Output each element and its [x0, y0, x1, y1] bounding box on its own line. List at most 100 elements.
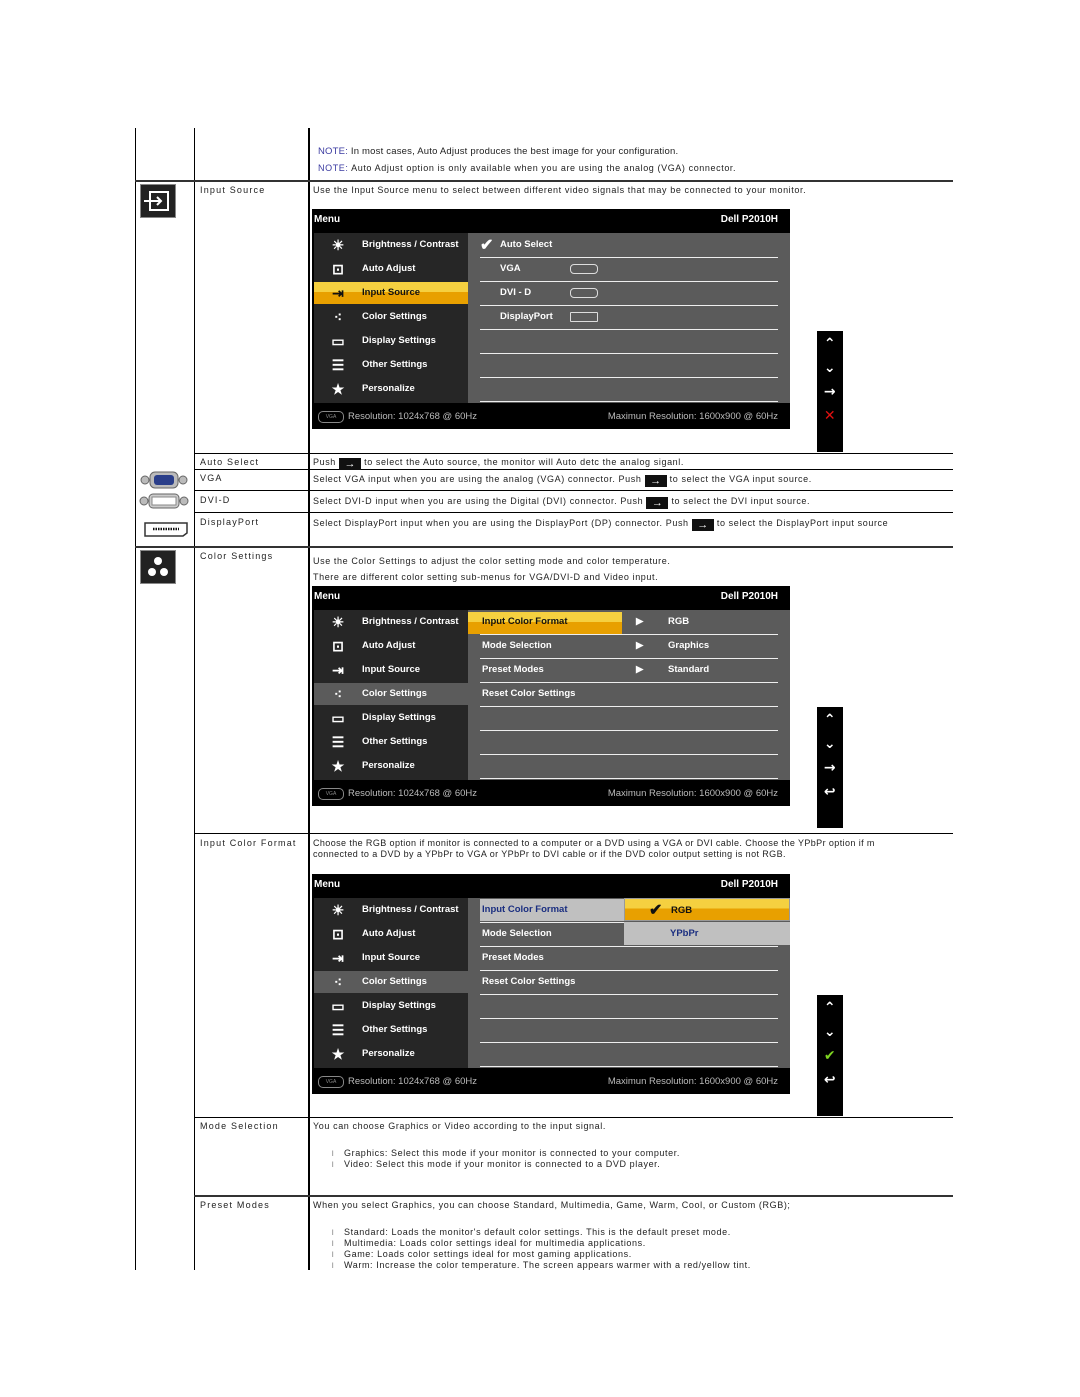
osd-option-empty	[480, 730, 778, 755]
input-color-format-description-2: connected to a DVD by a YPbPr to VGA or …	[313, 849, 786, 859]
osd-menu-item-display-settings[interactable]: ▭ Display Settings	[314, 707, 468, 729]
osd-menu-item-other-settings[interactable]: ☰ Other Settings	[314, 1019, 468, 1041]
osd-current-resolution: Resolution: 1024x768 @ 60Hz	[348, 788, 478, 799]
color-settings-icon: ⁖	[333, 309, 343, 325]
osd-option-mode-selection[interactable]: Mode Selection	[480, 922, 778, 947]
note-label: NOTE:	[318, 163, 349, 173]
note-label: NOTE:	[318, 146, 349, 157]
section-label-color-settings: Color Settings	[200, 551, 274, 561]
row-label-auto-select: Auto Select	[200, 457, 260, 467]
osd-title: Menu	[314, 879, 341, 890]
osd-menu-item-brightness[interactable]: ☀ Brightness / Contrast	[314, 899, 468, 921]
color-settings-icon: ⁖	[333, 974, 343, 990]
row-divider	[135, 546, 953, 548]
right-arrow-icon[interactable]: →	[817, 383, 843, 401]
triangle-right-icon: ▶	[636, 664, 644, 675]
osd-option-input-color-format[interactable]: Input Color Format ▶ RGB	[480, 610, 778, 635]
osd-menu-item-input-source[interactable]: ⇥ Input Source	[314, 947, 468, 969]
other-settings-icon: ☰	[331, 1022, 345, 1038]
auto-adjust-icon: ⊡	[332, 926, 344, 942]
personalize-star-icon: ★	[331, 1046, 345, 1062]
osd-menu-item-auto-adjust[interactable]: ⊡ Auto Adjust	[314, 258, 468, 280]
dvi-connector-icon	[139, 493, 189, 511]
display-settings-icon: ▭	[331, 333, 345, 349]
right-arrow-button-icon: →	[339, 458, 362, 470]
displayport-connector-icon	[564, 312, 598, 323]
section-label-input-source: Input Source	[200, 185, 266, 195]
osd-option-empty	[480, 994, 778, 1019]
osd-title: Menu	[314, 214, 341, 225]
other-settings-icon: ☰	[331, 734, 345, 750]
osd-menu-item-personalize[interactable]: ★ Personalize	[314, 755, 468, 777]
osd-menu-item-input-source[interactable]: ⇥ Input Source	[314, 659, 468, 681]
input-source-icon: ⇥	[332, 950, 344, 966]
color-settings-description-2: There are different color setting sub-me…	[313, 572, 659, 582]
triangle-right-icon: ▶	[636, 640, 644, 651]
osd-menu-item-other-settings[interactable]: ☰ Other Settings	[314, 731, 468, 753]
osd-option-preset-modes[interactable]: Preset Modes	[480, 946, 778, 971]
osd-choice-rgb[interactable]: ✔ RGB	[624, 898, 790, 921]
exit-x-icon[interactable]: ✕	[817, 407, 843, 425]
row-divider	[194, 512, 953, 513]
osd-main-menu: ☀ Brightness / Contrast ⊡ Auto Adjust ⇥ Inp…	[314, 898, 468, 1068]
osd-menu-item-color-settings[interactable]: ⁖ Color Settings	[314, 306, 468, 328]
down-arrow-icon[interactable]: ⌄	[817, 735, 843, 753]
back-icon[interactable]: ↩	[817, 783, 843, 801]
osd-option-reset-color[interactable]: Reset Color Settings	[480, 970, 778, 995]
osd-option-preset-modes[interactable]: Preset Modes ▶ Standard	[480, 658, 778, 683]
row-label-vga: VGA	[200, 473, 223, 483]
osd-option-vga[interactable]: VGA	[480, 257, 778, 282]
osd-model: Dell P2010H	[720, 879, 778, 890]
osd-menu-item-personalize[interactable]: ★ Personalize	[314, 1043, 468, 1065]
osd-menu-item-display-settings[interactable]: ▭ Display Settings	[314, 330, 468, 352]
osd-option-displayport[interactable]: DisplayPort	[480, 305, 778, 330]
right-arrow-button-icon: →	[644, 475, 667, 487]
up-arrow-icon[interactable]: ⌃	[817, 999, 843, 1017]
osd-option-mode-selection[interactable]: Mode Selection ▶ Graphics	[480, 634, 778, 659]
osd-option-dvi[interactable]: DVI - D	[480, 281, 778, 306]
osd-option-input-color-format[interactable]: Input Color Format	[480, 898, 624, 923]
osd-current-resolution: Resolution: 1024x768 @ 60Hz	[348, 411, 478, 422]
up-arrow-icon[interactable]: ⌃	[817, 711, 843, 729]
auto-adjust-icon: ⊡	[332, 638, 344, 654]
osd-max-resolution: Maximun Resolution: 1600x900 @ 60Hz	[607, 1076, 778, 1087]
right-arrow-button-icon: →	[646, 497, 669, 509]
vga-logo-icon: VGA	[318, 1076, 344, 1088]
osd-title: Menu	[314, 591, 341, 602]
right-arrow-icon[interactable]: →	[817, 759, 843, 777]
osd-menu-item-input-source[interactable]: ⇥ Input Source	[314, 282, 468, 304]
osd-main-menu: ☀ Brightness / Contrast ⊡ Auto Adjust ⇥ Inp…	[314, 233, 468, 403]
row-label-preset-modes: Preset Modes	[200, 1200, 270, 1210]
osd-menu-item-color-settings[interactable]: ⁖ Color Settings	[314, 971, 468, 993]
osd-menu-item-brightness[interactable]: ☀ Brightness / Contrast	[314, 611, 468, 633]
osd-footer: VGA Resolution: 1024x768 @ 60Hz Maximun …	[312, 403, 790, 429]
check-icon[interactable]: ✔	[817, 1047, 843, 1065]
osd-menu-item-color-settings[interactable]: ⁖ Color Settings	[314, 683, 468, 705]
vga-connector-icon	[140, 471, 188, 491]
back-icon[interactable]: ↩	[817, 1071, 843, 1089]
row-desc-auto-select: Push → to select the Auto source, the mo…	[313, 457, 684, 470]
input-source-icon: ⇥	[332, 285, 344, 301]
osd-option-reset-color[interactable]: Reset Color Settings	[480, 682, 778, 707]
color-settings-icon	[140, 550, 176, 584]
row-label-input-color-format: Input Color Format	[200, 838, 297, 848]
osd-button-panel: ⌃ ⌄ → ↩	[817, 707, 843, 828]
mode-selection-description: You can choose Graphics or Video accordi…	[313, 1121, 606, 1131]
osd-option-empty	[480, 353, 778, 378]
dvi-connector-icon	[564, 288, 598, 299]
osd-menu-item-brightness[interactable]: ☀ Brightness / Contrast	[314, 234, 468, 256]
osd-menu-input-source: Menu Dell P2010H ☀ Brightness / Contrast …	[312, 209, 790, 429]
osd-menu-item-personalize[interactable]: ★ Personalize	[314, 378, 468, 400]
osd-menu-item-display-settings[interactable]: ▭ Display Settings	[314, 995, 468, 1017]
check-icon: ✔	[480, 237, 494, 254]
osd-menu-item-other-settings[interactable]: ☰ Other Settings	[314, 354, 468, 376]
osd-menu-item-auto-adjust[interactable]: ⊡ Auto Adjust	[314, 923, 468, 945]
osd-option-auto-select[interactable]: ✔ Auto Select	[480, 233, 778, 258]
vga-logo-icon: VGA	[318, 788, 344, 800]
up-arrow-icon[interactable]: ⌃	[817, 335, 843, 353]
check-icon: ✔	[649, 902, 663, 919]
osd-submenu: ✔ Auto Select VGA DVI - D DisplayPort	[468, 233, 790, 403]
osd-menu-item-auto-adjust[interactable]: ⊡ Auto Adjust	[314, 635, 468, 657]
down-arrow-icon[interactable]: ⌄	[817, 359, 843, 377]
down-arrow-icon[interactable]: ⌄	[817, 1023, 843, 1041]
